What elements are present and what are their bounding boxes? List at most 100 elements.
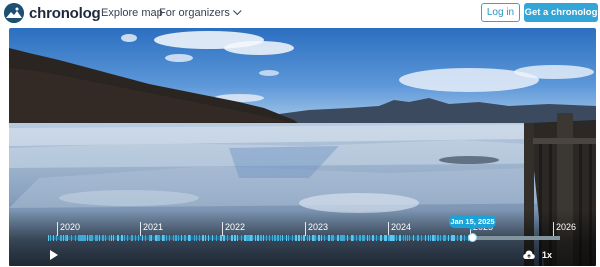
timeline-marker — [266, 235, 267, 241]
timeline-marker — [451, 235, 453, 241]
timeline-marker — [342, 235, 344, 241]
timeline-marker — [75, 235, 76, 241]
year-label-2021: 2021 — [140, 222, 163, 236]
timeline-marker — [324, 235, 325, 241]
timeline-marker — [407, 235, 408, 241]
timeline-marker — [421, 235, 422, 241]
timeline-marker — [428, 235, 429, 241]
timeline-marker — [425, 235, 426, 241]
timeline-marker — [60, 235, 62, 241]
timeline-marker — [244, 235, 246, 241]
timeline-marker — [359, 235, 361, 241]
timeline-marker — [246, 235, 248, 241]
timeline-marker — [117, 235, 119, 241]
brand-name: chronolog — [29, 4, 101, 22]
timeline-marker — [440, 235, 441, 241]
timeline-marker — [184, 235, 186, 241]
play-icon[interactable] — [50, 250, 58, 260]
timeline-marker — [437, 235, 439, 241]
timeline-marker — [53, 235, 54, 241]
timeline-marker — [181, 235, 182, 241]
timeline-playhead[interactable] — [468, 233, 477, 242]
timeline-marker — [380, 235, 382, 241]
timeline-marker — [369, 235, 370, 241]
playback-speed[interactable]: 1x — [542, 250, 552, 260]
nav-for-organizers[interactable]: For organizers — [159, 6, 242, 19]
timeline-marker — [227, 235, 228, 241]
get-chronolog-button[interactable]: Get a chronolog — [524, 3, 598, 22]
timeline-marker — [417, 235, 419, 241]
timeline-marker — [178, 235, 179, 241]
timeline-marker — [403, 235, 404, 241]
timeline-marker — [216, 235, 217, 241]
timeline-marker — [84, 235, 86, 241]
timeline-marker — [212, 235, 213, 241]
timeline-marker — [392, 235, 394, 241]
timeline-marker — [56, 235, 57, 241]
timeline-marker — [260, 235, 262, 241]
timeline-track-remaining[interactable] — [473, 236, 560, 240]
timeline-marker — [223, 235, 225, 241]
timeline-marker — [166, 235, 167, 241]
timeline-marker — [208, 235, 209, 241]
timeline-marker — [50, 235, 51, 241]
timeline-marker — [362, 235, 364, 241]
timeline-marker — [127, 235, 128, 241]
timeline-marker — [202, 235, 204, 241]
year-label-2024: 2024 — [388, 222, 411, 236]
timeline-marker — [386, 235, 387, 241]
timeline-marker — [131, 235, 133, 241]
timeline-marker — [205, 235, 206, 241]
timeline-marker — [347, 235, 348, 241]
timeline-marker — [67, 235, 68, 241]
year-label-2020: 2020 — [57, 222, 80, 236]
timeline-photo-markers — [48, 235, 473, 241]
timeline-marker — [432, 235, 434, 241]
timeline-marker — [280, 235, 281, 241]
timeline-marker — [303, 235, 305, 241]
timeline-marker — [312, 235, 314, 241]
timeline-marker — [255, 235, 256, 241]
timeline-marker — [162, 235, 164, 241]
timeline-marker — [286, 235, 287, 241]
timeline-marker — [396, 235, 397, 241]
timeline-marker — [121, 235, 123, 241]
timeline-marker — [173, 235, 174, 241]
timeline-marker — [124, 235, 125, 241]
timeline-marker — [151, 235, 152, 241]
timeline-marker — [448, 235, 449, 241]
timeline-marker — [434, 235, 436, 241]
login-button[interactable]: Log in — [481, 3, 520, 22]
timeline-marker — [333, 235, 334, 241]
timeline-marker — [82, 235, 84, 241]
timeline-marker — [63, 235, 64, 241]
chronolog-logo-icon — [4, 3, 24, 23]
timeline-marker — [328, 235, 330, 241]
timeline-marker — [87, 235, 88, 241]
timeline-marker — [301, 235, 302, 241]
timeline-marker — [97, 235, 98, 241]
timeline-marker — [460, 235, 462, 241]
timeline-marker — [376, 235, 377, 241]
timeline-marker — [307, 235, 308, 241]
timeline-marker — [257, 235, 259, 241]
timeline-marker — [95, 235, 97, 241]
timeline-marker — [372, 235, 374, 241]
upload-icon[interactable] — [523, 250, 535, 260]
timeline-marker — [91, 235, 93, 241]
timeline-marker — [71, 235, 72, 241]
timeline-marker — [159, 235, 160, 241]
timeline-marker — [356, 235, 357, 241]
timeline-marker — [298, 235, 300, 241]
current-date-tooltip: Jan 15, 2025 — [449, 215, 496, 231]
nav-for-organizers-label: For organizers — [159, 7, 230, 19]
chevron-down-icon — [232, 6, 242, 16]
timeline-marker — [318, 235, 320, 241]
timeline-marker — [241, 235, 242, 241]
timeline-marker — [135, 235, 136, 241]
brand-logo[interactable]: chronolog — [4, 3, 101, 23]
nav-explore-map[interactable]: Explore map — [101, 7, 163, 19]
timeline-marker — [464, 235, 465, 241]
timeline-marker — [344, 235, 345, 241]
timeline-marker — [155, 235, 157, 241]
